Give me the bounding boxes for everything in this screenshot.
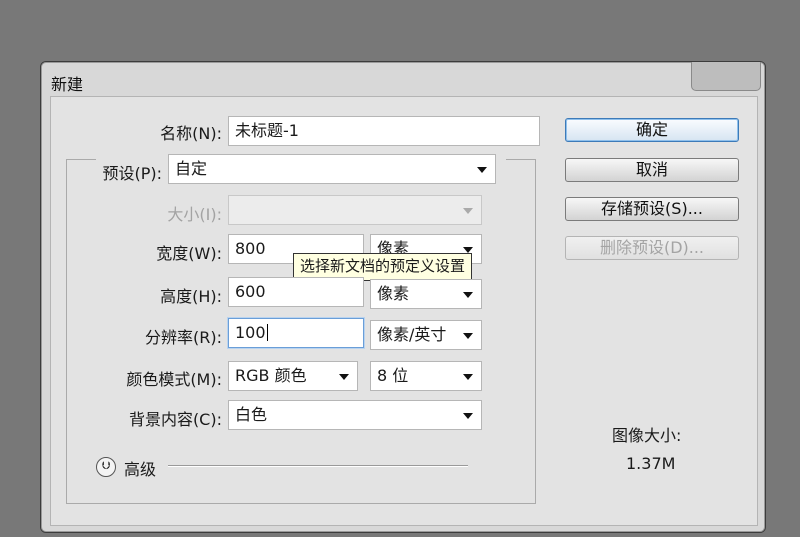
cancel-button[interactable]: 取消	[565, 158, 739, 182]
height-input[interactable]: 600	[228, 277, 364, 307]
resolution-value: 100	[235, 323, 266, 342]
advanced-divider	[168, 465, 468, 467]
image-size-value: 1.37M	[626, 454, 676, 473]
bit-depth-select[interactable]: 8 位	[370, 361, 482, 391]
resolution-unit-value: 像素/英寸	[377, 325, 447, 344]
text-caret	[266, 324, 268, 341]
name-label: 名称(N):	[160, 124, 222, 143]
size-select	[228, 195, 482, 225]
dropdown-arrow-icon	[463, 374, 473, 380]
background-label: 背景内容(C):	[128, 410, 222, 429]
dropdown-arrow-icon	[463, 292, 473, 298]
advanced-label[interactable]: 高级	[124, 456, 156, 480]
background-value: 白色	[235, 405, 268, 424]
resolution-label: 分辨率(R):	[145, 328, 222, 347]
preset-label: 预设(P):	[102, 164, 162, 183]
bit-depth-value: 8 位	[377, 366, 409, 385]
height-unit-value: 像素	[377, 284, 410, 303]
size-label: 大小(I):	[167, 205, 222, 224]
resolution-input[interactable]: 100	[228, 318, 364, 348]
preset-value: 自定	[175, 159, 208, 178]
height-label: 高度(H):	[160, 287, 222, 306]
title-bar[interactable]: 新建	[41, 62, 765, 98]
dropdown-arrow-icon	[463, 208, 473, 214]
dropdown-arrow-icon	[463, 333, 473, 339]
chevron-double-down-icon[interactable]: ⮋	[96, 457, 116, 477]
delete-preset-button: 删除预设(D)...	[565, 236, 739, 260]
color-mode-select[interactable]: RGB 颜色	[228, 361, 358, 391]
dropdown-arrow-icon	[477, 167, 487, 173]
height-unit-select[interactable]: 像素	[370, 279, 482, 309]
name-input[interactable]: 未标题-1	[228, 116, 540, 146]
resolution-unit-select[interactable]: 像素/英寸	[370, 320, 482, 350]
dropdown-arrow-icon	[463, 413, 473, 419]
preset-select[interactable]: 自定	[168, 154, 496, 184]
dropdown-arrow-icon	[339, 374, 349, 380]
background-select[interactable]: 白色	[228, 400, 482, 430]
ok-button[interactable]: 确定	[565, 118, 739, 142]
color-mode-label: 颜色模式(M):	[126, 370, 222, 389]
width-label: 宽度(W):	[156, 244, 222, 263]
image-size-label: 图像大小:	[612, 426, 682, 445]
color-mode-value: RGB 颜色	[235, 366, 307, 385]
dialog-title: 新建	[51, 75, 84, 94]
save-preset-button[interactable]: 存储预设(S)...	[565, 197, 739, 221]
close-button[interactable]	[691, 62, 761, 91]
